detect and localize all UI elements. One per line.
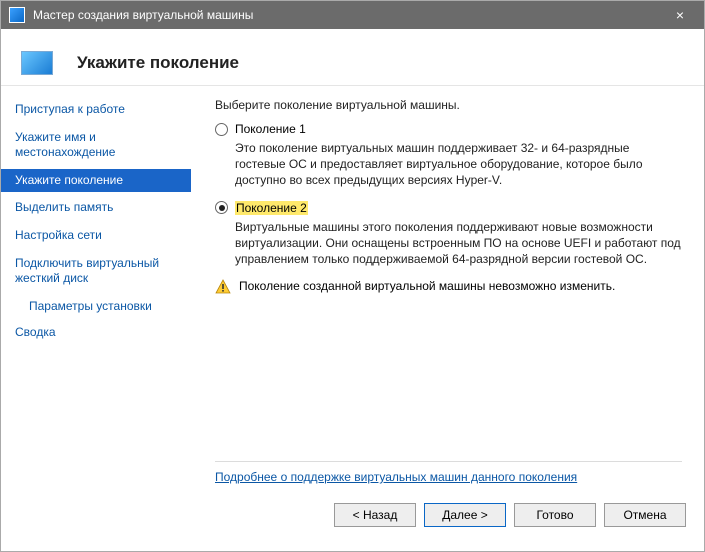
option-label-2: Поколение 2 [235, 201, 308, 215]
wizard-icon [21, 51, 53, 75]
sidebar-item-networking[interactable]: Настройка сети [1, 224, 191, 248]
radio-icon[interactable] [215, 201, 228, 214]
intro-text: Выберите поколение виртуальной машины. [215, 98, 682, 112]
app-icon [9, 7, 25, 23]
warning-text: Поколение созданной виртуальной машины н… [239, 279, 615, 293]
cancel-button[interactable]: Отмена [604, 503, 686, 527]
radio-icon[interactable] [215, 123, 228, 136]
option-desc-2: Виртуальные машины этого поколения подде… [235, 219, 682, 268]
sidebar-item-before-you-begin[interactable]: Приступая к работе [1, 98, 191, 122]
option-generation-1[interactable]: Поколение 1 [215, 122, 682, 136]
sidebar-item-vhd[interactable]: Подключить виртуальный жесткий диск [1, 252, 191, 291]
option-label-1: Поколение 1 [235, 122, 306, 136]
window-title: Мастер создания виртуальной машины [33, 8, 664, 22]
content-area: Приступая к работе Укажите имя и местона… [1, 86, 704, 490]
sidebar-item-generation[interactable]: Укажите поколение [1, 169, 191, 193]
back-button[interactable]: < Назад [334, 503, 416, 527]
wizard-footer: < Назад Далее > Готово Отмена [1, 490, 704, 540]
wizard-steps-sidebar: Приступая к работе Укажите имя и местона… [1, 86, 191, 490]
sidebar-item-memory[interactable]: Выделить память [1, 196, 191, 220]
main-panel: Выберите поколение виртуальной машины. П… [191, 86, 704, 490]
wizard-header: Укажите поколение [1, 29, 704, 86]
next-button[interactable]: Далее > [424, 503, 506, 527]
sidebar-item-name-location[interactable]: Укажите имя и местонахождение [1, 126, 191, 165]
option-desc-1: Это поколение виртуальных машин поддержи… [235, 140, 682, 189]
help-link[interactable]: Подробнее о поддержке виртуальных машин … [215, 470, 577, 484]
option-generation-2[interactable]: Поколение 2 [215, 201, 682, 215]
warning-icon [215, 279, 231, 295]
help-link-row: Подробнее о поддержке виртуальных машин … [215, 461, 682, 484]
warning-row: Поколение созданной виртуальной машины н… [215, 279, 682, 295]
sidebar-item-summary[interactable]: Сводка [1, 321, 191, 345]
page-title: Укажите поколение [77, 53, 239, 73]
close-icon[interactable]: × [664, 7, 696, 23]
titlebar: Мастер создания виртуальной машины × [1, 1, 704, 29]
finish-button[interactable]: Готово [514, 503, 596, 527]
sidebar-item-install-options[interactable]: Параметры установки [1, 295, 191, 317]
